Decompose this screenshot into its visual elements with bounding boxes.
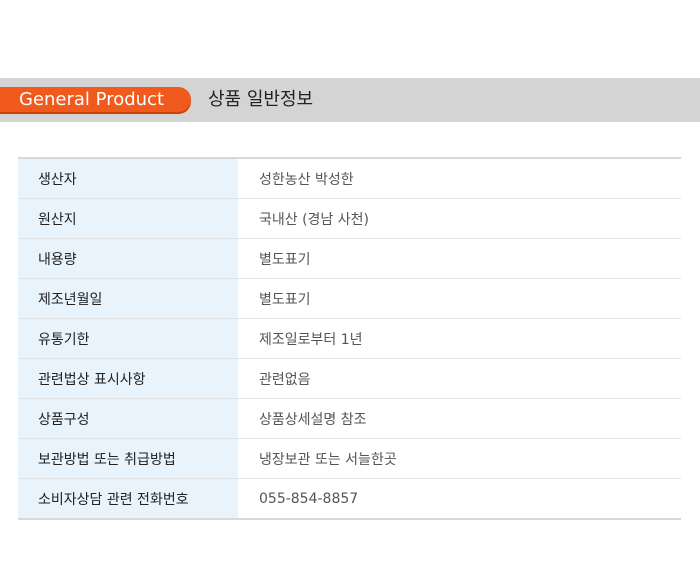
row-label: 제조년월일: [18, 278, 238, 319]
row-value: 상품상세설명 참조: [238, 398, 681, 439]
row-label: 원산지: [18, 198, 238, 239]
row-label: 내용량: [18, 238, 238, 279]
table-row: 상품구성 상품상세설명 참조: [18, 398, 681, 439]
row-label: 보관방법 또는 취급방법: [18, 438, 238, 479]
row-label: 상품구성: [18, 398, 238, 439]
product-info-table: 생산자 성한농산 박성한 원산지 국내산 (경남 사천) 내용량 별도표기 제조…: [18, 157, 681, 520]
row-value: 055-854-8857: [259, 490, 359, 507]
section-title: 상품 일반정보: [208, 89, 314, 110]
table-row: 내용량 별도표기: [18, 238, 681, 279]
table-row: 생산자 성한농산 박성한: [18, 158, 681, 199]
table-row: 관련법상 표시사항 관련없음: [18, 358, 681, 399]
row-label: 관련법상 표시사항: [18, 358, 238, 399]
row-value: 별도표기: [238, 238, 681, 279]
row-label: 생산자: [18, 158, 238, 199]
table-row: 소비자상담 관련 전화번호 055-854-8857: [18, 478, 681, 519]
row-label: 유통기한: [18, 318, 238, 359]
table-row: 원산지 국내산 (경남 사천): [18, 198, 681, 239]
section-header-bar: General Product 상품 일반정보: [0, 78, 700, 122]
row-value: 제조일로부터 1년: [238, 318, 681, 359]
badge-label: General Product: [19, 89, 165, 110]
table-row: 보관방법 또는 취급방법 냉장보관 또는 서늘한곳: [18, 438, 681, 479]
table-row: 유통기한 제조일로부터 1년: [18, 318, 681, 359]
general-product-badge: General Product: [0, 87, 191, 112]
row-value: 관련없음: [238, 358, 681, 399]
row-value: 냉장보관 또는 서늘한곳: [238, 438, 681, 479]
table-row: 제조년월일 별도표기: [18, 278, 681, 319]
row-value: 성한농산 박성한: [238, 158, 681, 199]
row-value: 별도표기: [238, 278, 681, 319]
row-value: 국내산 (경남 사천): [238, 198, 681, 239]
row-label: 소비자상담 관련 전화번호: [18, 478, 238, 519]
